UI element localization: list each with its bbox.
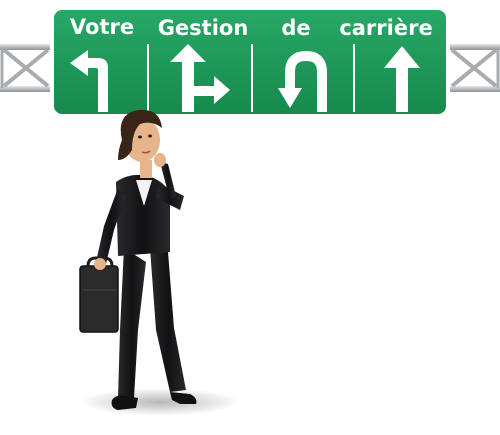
gantry-right	[442, 44, 500, 92]
ground-shadow	[80, 388, 240, 416]
sign-word-carriere: carrière	[339, 16, 432, 40]
sign-word-gestion: Gestion	[158, 16, 249, 40]
sign-word-de: de	[281, 16, 310, 40]
gantry-left	[0, 44, 58, 92]
scene: Votre Gestion de carrière	[0, 6, 500, 416]
sign-word-votre: Votre	[70, 15, 134, 39]
road-sign: Votre Gestion de carrière	[50, 6, 450, 118]
businesswoman-figure	[79, 109, 197, 410]
